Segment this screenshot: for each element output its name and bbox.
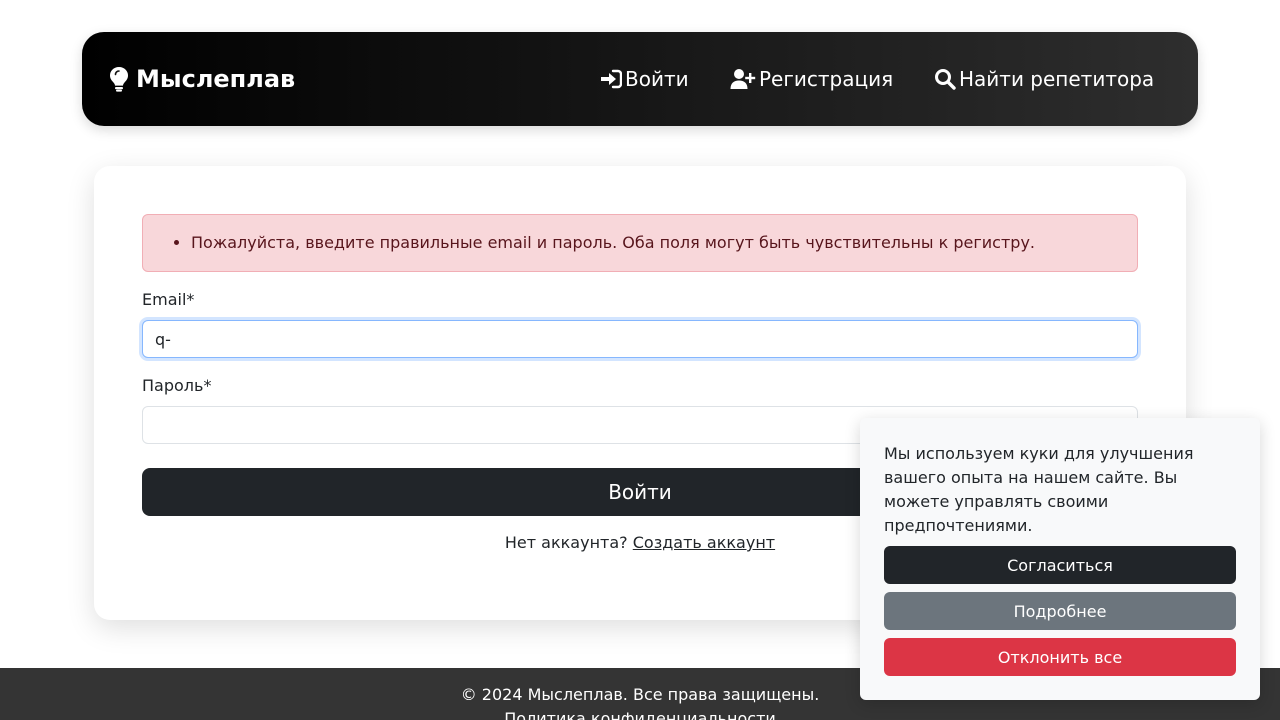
brand-name: Мыслеплав: [136, 65, 296, 93]
navbar: Мыслеплав Войти Регистрация Найти репети…: [82, 32, 1198, 126]
nav-register-link[interactable]: Регистрация: [730, 32, 893, 126]
password-label: Пароль*: [142, 376, 212, 395]
nav-find-tutor-label: Найти репетитора: [959, 67, 1155, 91]
brand-link[interactable]: Мыслеплав: [108, 32, 295, 126]
sign-in-icon: [600, 69, 622, 89]
email-label: Email*: [142, 290, 195, 309]
privacy-policy-link[interactable]: Политика конфиденциальности: [0, 709, 1280, 720]
error-alert: Пожалуйста, введите правильные email и п…: [142, 214, 1138, 272]
error-list: Пожалуйста, введите правильные email и п…: [191, 233, 1035, 252]
no-account-text: Нет аккаунта?: [504, 533, 628, 552]
error-message: Пожалуйста, введите правильные email и п…: [191, 233, 1035, 252]
create-account-link[interactable]: Создать аккаунт: [633, 533, 775, 552]
nav-login-link[interactable]: Войти: [600, 32, 689, 126]
lightbulb-icon: [108, 66, 130, 92]
user-plus-icon: [730, 68, 756, 90]
search-icon: [934, 68, 956, 90]
cookie-more-button[interactable]: Подробнее: [884, 592, 1236, 630]
nav-register-label: Регистрация: [759, 67, 894, 91]
cookie-accept-button[interactable]: Согласиться: [884, 546, 1236, 584]
cookie-message: Мы используем куки для улучшения вашего …: [884, 444, 1194, 535]
nav-login-label: Войти: [625, 67, 689, 91]
nav-find-tutor-link[interactable]: Найти репетитора: [934, 32, 1154, 126]
cookie-banner: Мы используем куки для улучшения вашего …: [860, 418, 1260, 700]
email-input[interactable]: [142, 320, 1138, 358]
cookie-reject-button[interactable]: Отклонить все: [884, 638, 1236, 676]
